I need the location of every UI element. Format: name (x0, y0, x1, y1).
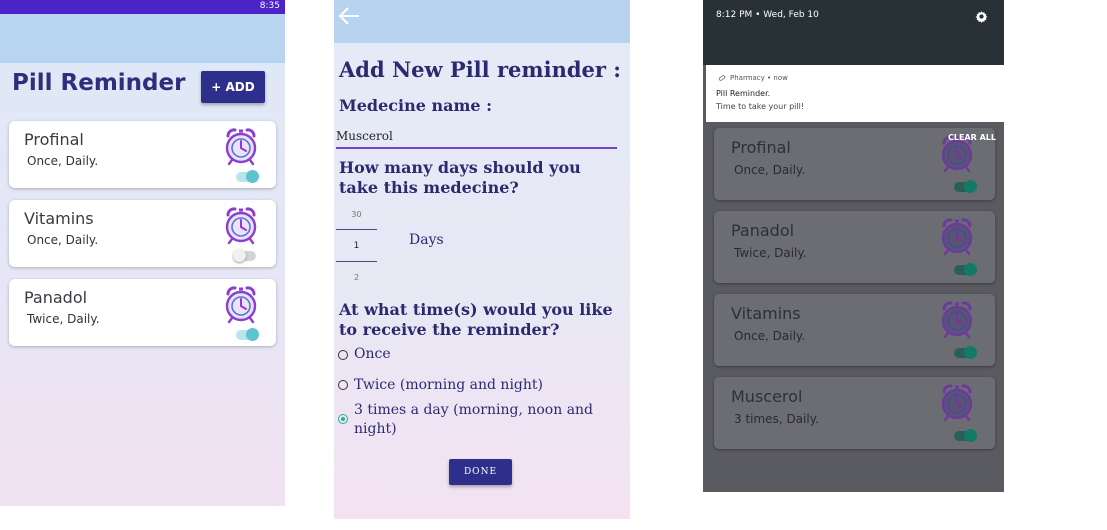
option-once-label[interactable]: Once (354, 345, 391, 364)
reminder-card[interactable]: Panadol Twice, Daily. (714, 211, 995, 283)
toggle-knob (964, 180, 977, 193)
picker-divider (336, 261, 377, 262)
alarm-clock-icon (225, 286, 257, 324)
notification-title: Pill Reminder. (716, 89, 771, 98)
medicine-name: Vitamins (731, 304, 801, 323)
status-bar: 8:35 (0, 0, 285, 14)
add-reminder-screen: Add New Pill reminder : Medecine name : … (334, 0, 630, 519)
medicine-name: Profinal (731, 138, 791, 157)
medicine-name-input[interactable]: Muscerol (336, 129, 617, 149)
reminder-toggle[interactable] (954, 346, 977, 359)
add-button[interactable]: + ADD (201, 71, 265, 103)
toggle-knob (964, 263, 977, 276)
reminder-card[interactable]: Vitamins Once, Daily. (714, 294, 995, 366)
picker-divider (336, 229, 377, 230)
toggle-knob (233, 249, 246, 262)
reminder-toggle[interactable] (236, 170, 259, 183)
page-title: Pill Reminder (12, 70, 186, 96)
toggle-knob (246, 328, 259, 341)
reminder-card[interactable]: Panadol Twice, Daily. (9, 279, 276, 346)
alarm-clock-icon (225, 128, 257, 166)
app-bar (334, 0, 630, 43)
medicine-name: Muscerol (731, 387, 803, 406)
picker-prev-value[interactable]: 30 (336, 210, 377, 219)
medicine-frequency: 3 times, Daily. (734, 412, 819, 426)
reminder-toggle[interactable] (233, 249, 256, 262)
gear-icon[interactable] (975, 10, 988, 23)
back-arrow-icon[interactable] (337, 4, 361, 28)
picker-selected-value[interactable]: 1 (336, 241, 377, 251)
medicine-name: Vitamins (24, 209, 94, 228)
alarm-clock-icon (941, 301, 973, 339)
reminder-toggle[interactable] (954, 263, 977, 276)
medicine-name: Profinal (24, 130, 84, 149)
alarm-clock-icon (225, 207, 257, 245)
days-question: How many days should you take this medec… (339, 158, 581, 197)
pill-icon (718, 75, 726, 81)
reminder-toggle[interactable] (236, 328, 259, 341)
reminder-toggle[interactable] (954, 180, 977, 193)
done-button[interactable]: DONE (449, 459, 512, 485)
alarm-clock-icon (941, 218, 973, 256)
toggle-knob (246, 170, 259, 183)
reminder-card[interactable]: Muscerol 3 times, Daily. (714, 377, 995, 449)
notification-screen: Profinal Once, Daily. Panadol Twice, Dai… (703, 0, 1004, 492)
toggle-knob (964, 346, 977, 359)
medicine-name: Panadol (24, 288, 88, 307)
notification-card[interactable]: Pharmacy • now Pill Reminder. Time to ta… (706, 65, 1004, 122)
clear-all-button[interactable]: CLEAR ALL (948, 133, 996, 142)
page-title: Add New Pill reminder : (339, 57, 622, 82)
toggle-knob (964, 429, 977, 442)
medicine-name-label: Medecine name : (339, 96, 493, 115)
option-twice-label[interactable]: Twice (morning and night) (354, 376, 543, 395)
app-bar (0, 14, 285, 63)
radio-once[interactable] (338, 350, 348, 360)
medicine-frequency: Twice, Daily. (734, 246, 807, 260)
notification-text: Time to take your pill! (716, 102, 805, 111)
medicine-frequency: Twice, Daily. (27, 312, 100, 326)
notification-shade-header: 8:12 PM • Wed, Feb 10 (703, 0, 1004, 65)
radio-twice[interactable] (338, 380, 348, 390)
radio-three-times[interactable] (338, 414, 348, 424)
reminder-card[interactable]: Profinal Once, Daily. (9, 121, 276, 188)
medicine-frequency: Once, Daily. (27, 233, 99, 247)
alarm-clock-icon (941, 384, 973, 422)
time-question: At what time(s) would you like to receiv… (339, 300, 613, 339)
picker-next-value[interactable]: 2 (336, 273, 377, 282)
medicine-frequency: Once, Daily. (734, 163, 806, 177)
medicine-frequency: Once, Daily. (27, 154, 99, 168)
status-datetime: 8:12 PM • Wed, Feb 10 (716, 10, 819, 20)
pill-list-screen: 8:35 Pill Reminder + ADD Profinal Once, … (0, 0, 285, 506)
status-time: 8:35 (259, 1, 280, 11)
reminder-toggle[interactable] (954, 429, 977, 442)
days-label: Days (409, 232, 444, 248)
medicine-name: Panadol (731, 221, 795, 240)
medicine-frequency: Once, Daily. (734, 329, 806, 343)
option-three-times-label[interactable]: 3 times a day (morning, noon and night) (354, 401, 604, 439)
notification-app-name: Pharmacy • now (730, 74, 788, 82)
reminder-card[interactable]: Vitamins Once, Daily. (9, 200, 276, 267)
